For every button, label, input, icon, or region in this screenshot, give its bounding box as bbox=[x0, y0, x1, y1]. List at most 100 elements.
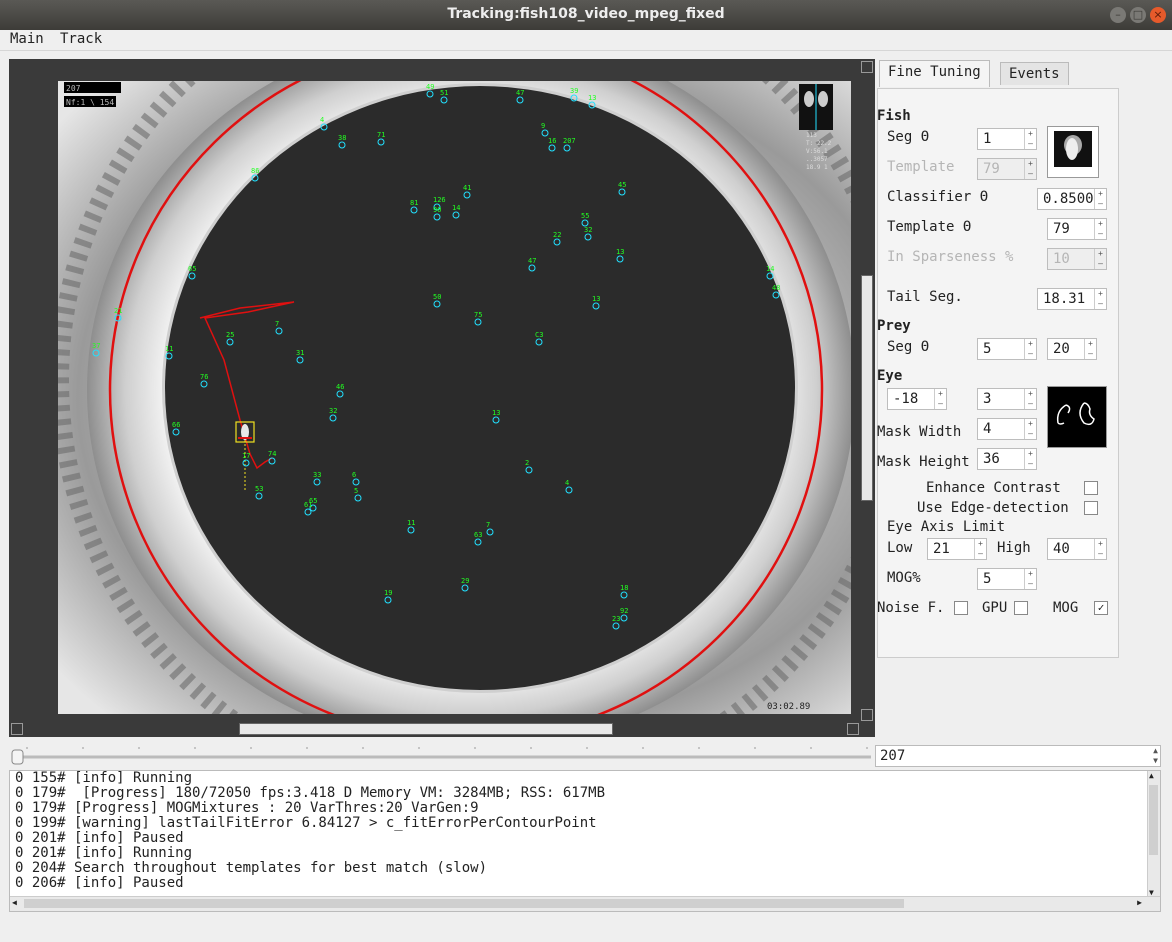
mog-checkbox[interactable]: ✓ bbox=[1094, 601, 1108, 615]
spin-arrows-icon[interactable]: ▲ ▼ bbox=[1153, 746, 1158, 766]
prey-id-label: 7 bbox=[486, 521, 490, 529]
viewer-corner-bottom-right-2 bbox=[847, 723, 859, 735]
spin-arrows-icon[interactable]: + – bbox=[1024, 449, 1036, 469]
spin-arrows-icon[interactable]: + – bbox=[1024, 129, 1036, 149]
prey-id-label: 14 bbox=[452, 204, 460, 212]
fish-template-thumbnail bbox=[1047, 126, 1099, 178]
menu-bar: Main Track bbox=[0, 30, 1172, 51]
template-theta-label: Template Θ bbox=[887, 219, 972, 235]
frame-slider[interactable] bbox=[9, 745, 875, 767]
eye-info-line: 18.9 1 bbox=[806, 164, 828, 171]
maximize-icon[interactable]: □ bbox=[1130, 7, 1146, 23]
prey-id-label: 39 bbox=[570, 87, 578, 95]
mog-percent-spinbox[interactable]: 5 + – bbox=[977, 568, 1037, 590]
viewer-vertical-scrollbar[interactable] bbox=[861, 275, 873, 501]
prey-seg-max-spinbox[interactable]: 20 + – bbox=[1047, 338, 1097, 360]
eye-threshold-spinbox[interactable]: -18 + – bbox=[887, 388, 947, 410]
prey-id-label: 41 bbox=[463, 184, 471, 192]
enhance-contrast-label: Enhance Contrast bbox=[926, 480, 1061, 496]
template-spinbox-disabled: 79 + – bbox=[977, 158, 1037, 180]
scroll-left-icon[interactable]: ◀ bbox=[12, 898, 17, 907]
log-horizontal-scrollbar[interactable]: ◀ ▶ bbox=[10, 896, 1160, 911]
prey-id-label: 49 bbox=[426, 83, 434, 91]
spin-arrows-icon[interactable]: + – bbox=[1094, 219, 1106, 239]
scroll-right-icon[interactable]: ▶ bbox=[1137, 898, 1142, 907]
spin-arrows-icon[interactable]: + – bbox=[1024, 389, 1036, 409]
prey-id-label: 33 bbox=[313, 471, 321, 479]
spin-arrows-icon: + – bbox=[1094, 249, 1106, 269]
prey-id-label: 19 bbox=[384, 589, 392, 597]
prey-id-label: 53 bbox=[255, 485, 263, 493]
minimize-icon[interactable]: – bbox=[1110, 7, 1126, 23]
prey-id-label: 51 bbox=[440, 89, 448, 97]
log-vertical-scrollbar[interactable]: ▲ ▼ bbox=[1147, 771, 1160, 897]
edge-detection-checkbox[interactable] bbox=[1084, 501, 1098, 515]
prey-id-label: 23 bbox=[612, 615, 620, 623]
prey-id-label: 38 bbox=[338, 134, 346, 142]
prey-id-label: 48 bbox=[772, 284, 780, 292]
spin-arrows-icon[interactable]: + – bbox=[1024, 339, 1036, 359]
seg-theta-spinbox[interactable]: 1 + – bbox=[977, 128, 1037, 150]
high-spinbox[interactable]: 40 + – bbox=[1047, 538, 1107, 560]
tail-seg-spinbox[interactable]: 18.31 + – bbox=[1037, 288, 1107, 310]
prey-id-label: 13 bbox=[588, 94, 596, 102]
tab-fine-tuning[interactable]: Fine Tuning bbox=[879, 60, 990, 87]
spin-arrows-icon[interactable]: + – bbox=[1094, 289, 1106, 309]
edge-detection-label: Use Edge-detection bbox=[917, 500, 1069, 516]
spin-arrows-icon[interactable]: + – bbox=[974, 539, 986, 559]
high-label: High bbox=[997, 540, 1031, 556]
in-sparseness-spinbox: 10 + – bbox=[1047, 248, 1107, 270]
prey-id-label: 5 bbox=[354, 487, 358, 495]
log-line: 0 201# [info] Running bbox=[15, 845, 193, 861]
tab-events[interactable]: Events bbox=[1000, 62, 1069, 85]
prey-id-label: 11 bbox=[407, 519, 415, 527]
enhance-contrast-checkbox[interactable] bbox=[1084, 481, 1098, 495]
classifier-theta-spinbox[interactable]: 0.8500 + – bbox=[1037, 188, 1107, 210]
prey-seg-min-spinbox[interactable]: 5 + – bbox=[977, 338, 1037, 360]
eye-section-header: Eye bbox=[877, 368, 903, 384]
prey-id-label: 32 bbox=[329, 407, 337, 415]
spin-arrows-icon[interactable]: + – bbox=[1094, 189, 1106, 209]
log-output[interactable]: 0 155# [info] Running 0 179# [Progress] 1… bbox=[9, 770, 1161, 912]
video-frame[interactable]: 207 Nf:1 \ 154 113 T: 22.2 V:56.1 ..3057 18.… bbox=[58, 81, 851, 714]
prey-id-label: 45 bbox=[618, 181, 626, 189]
scroll-up-icon[interactable]: ▲ bbox=[1149, 771, 1154, 780]
seg-theta-label: Seg Θ bbox=[887, 129, 930, 145]
prey-id-label: 65 bbox=[188, 265, 196, 273]
prey-id-label: 61 bbox=[304, 501, 312, 509]
prey-id-label: 66 bbox=[172, 421, 180, 429]
noise-filter-label: Noise F. bbox=[877, 600, 945, 616]
log-line: 0 179# [Progress] MOGMixtures : 20 VarTh… bbox=[15, 800, 479, 816]
log-lines: 0 155# [info] Running 0 179# [Progress] 1… bbox=[15, 771, 605, 891]
slider-handle[interactable] bbox=[11, 749, 24, 765]
menu-track[interactable]: Track bbox=[60, 31, 102, 47]
viewer-horizontal-scrollbar[interactable] bbox=[239, 723, 613, 735]
spin-arrows-icon: + – bbox=[1024, 159, 1036, 179]
spin-arrows-icon[interactable]: + – bbox=[934, 389, 946, 409]
mask-width-spinbox[interactable]: 4 + – bbox=[977, 418, 1037, 440]
prey-id-label: 90 bbox=[433, 206, 441, 214]
noise-filter-checkbox[interactable] bbox=[954, 601, 968, 615]
prey-id-label: 17 bbox=[242, 452, 250, 460]
spin-arrows-icon[interactable]: + – bbox=[1024, 419, 1036, 439]
prey-id-label: 22 bbox=[553, 231, 561, 239]
close-icon[interactable]: × bbox=[1150, 7, 1166, 23]
overlay-frame-text: 207 bbox=[66, 84, 81, 93]
prey-id-label: 9 bbox=[541, 122, 545, 130]
mog-label: MOG bbox=[1053, 600, 1079, 616]
mask-height-spinbox[interactable]: 36 + – bbox=[977, 448, 1037, 470]
spin-arrows-icon[interactable]: + – bbox=[1094, 539, 1106, 559]
spin-arrows-icon[interactable]: + – bbox=[1024, 569, 1036, 589]
gpu-checkbox[interactable] bbox=[1014, 601, 1028, 615]
prey-id-label: 126 bbox=[433, 196, 446, 204]
gpu-label: GPU bbox=[982, 600, 1008, 616]
eye-param-spinbox[interactable]: 3 + – bbox=[977, 388, 1037, 410]
frame-number-input[interactable]: 207 ▲ ▼ bbox=[875, 745, 1161, 767]
spin-arrows-icon[interactable]: + – bbox=[1084, 339, 1096, 359]
eye-info-line: V:56.1 bbox=[806, 148, 828, 155]
template-theta-spinbox[interactable]: 79 + – bbox=[1047, 218, 1107, 240]
prey-id-label: 50 bbox=[433, 293, 441, 301]
eye-info-line: ..3057 bbox=[806, 156, 828, 163]
menu-main[interactable]: Main bbox=[10, 31, 44, 47]
low-spinbox[interactable]: 21 + – bbox=[927, 538, 987, 560]
